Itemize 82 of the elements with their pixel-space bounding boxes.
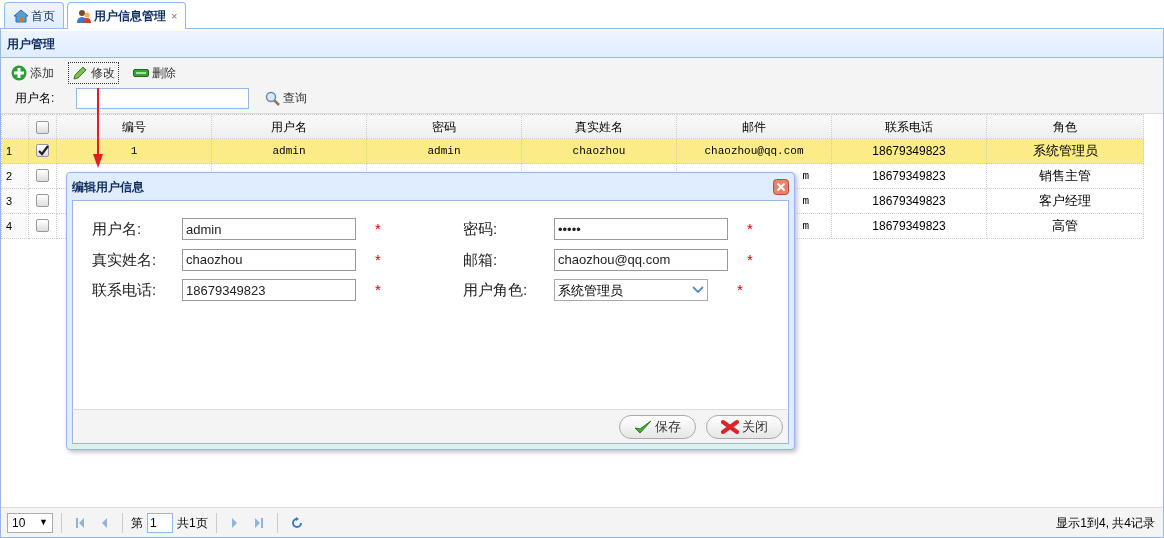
field-label: 用户名: — [92, 219, 142, 239]
row-number: 1 — [1, 138, 29, 164]
input-field[interactable]: admin — [182, 218, 356, 241]
first-page-icon — [75, 516, 85, 529]
toolbar-button[interactable]: 修改 — [68, 62, 119, 84]
page-count: 共1页 — [177, 514, 208, 532]
table-cell: chaozhou@qq.com — [704, 144, 804, 157]
role-select[interactable]: 系统管理员 — [554, 279, 708, 302]
row-number: 2 — [1, 163, 29, 189]
check-icon — [634, 418, 652, 435]
field-label: 用户角色: — [463, 280, 528, 300]
row-number: 4 — [1, 213, 29, 239]
table-cell: m — [802, 219, 809, 232]
toolbar-button[interactable]: 删除 — [129, 62, 180, 84]
input-field[interactable]: chaozhou@qq.com — [554, 248, 728, 271]
search-label: 用户名: — [14, 90, 56, 107]
column-header[interactable]: 联系电话 — [831, 114, 987, 139]
required-mark: * — [736, 280, 743, 300]
tab[interactable]: 首页 — [4, 2, 64, 28]
table-cell: 18679349823 — [872, 219, 946, 233]
users-icon — [76, 8, 92, 24]
close-button[interactable] — [773, 178, 789, 195]
chevron-down-icon — [692, 286, 704, 295]
column-header[interactable]: 角色 — [986, 114, 1144, 139]
page-size-select[interactable]: 10 ▼ — [7, 512, 53, 533]
checkbox[interactable] — [36, 169, 49, 183]
dialog-title: 编辑用户信息 — [72, 178, 144, 196]
table-cell: 系统管理员 — [1032, 143, 1098, 159]
input-field[interactable]: ••••• — [554, 218, 728, 241]
checkbox[interactable] — [36, 120, 49, 134]
table-cell: admin — [427, 144, 461, 157]
column-header[interactable]: 密码 — [366, 114, 522, 139]
table-cell: admin — [272, 144, 306, 157]
required-mark: * — [374, 219, 381, 239]
required-mark: * — [746, 249, 753, 270]
page-summary: 显示1到4, 共4记录 — [1056, 514, 1155, 532]
field-label: 邮箱: — [463, 249, 498, 270]
last-page-icon — [253, 516, 264, 529]
table-cell: 18679349823 — [872, 194, 946, 208]
column-header[interactable]: 用户名 — [211, 114, 367, 139]
tab[interactable]: 用户信息管理 × — [67, 2, 187, 29]
page-label: 第 — [131, 514, 143, 532]
table-cell: 客户经理 — [1039, 193, 1091, 209]
field-label: 真实姓名: — [92, 249, 157, 270]
table-cell: chaozhou — [572, 144, 626, 157]
page-field[interactable]: 1 — [147, 512, 173, 533]
home-icon — [13, 8, 29, 23]
toolbar-button[interactable]: 添加 — [7, 62, 58, 84]
checkbox[interactable] — [36, 144, 49, 158]
field-label: 密码: — [463, 219, 498, 239]
column-header[interactable]: 编号 — [56, 114, 212, 139]
pencil-icon — [72, 65, 88, 81]
table-cell: 1 — [130, 144, 138, 157]
close-button[interactable]: 关闭 — [706, 414, 783, 439]
column-header[interactable]: 邮件 — [676, 114, 832, 139]
table-cell: m — [802, 169, 809, 182]
search-icon — [265, 90, 280, 106]
column-header[interactable]: 真实姓名 — [521, 114, 677, 139]
search-field[interactable] — [76, 87, 249, 109]
required-mark: * — [374, 280, 381, 300]
next-page-icon — [229, 516, 240, 529]
field-label: 联系电话: — [92, 280, 157, 300]
table-cell: 高管 — [1052, 218, 1078, 234]
required-mark: * — [374, 249, 381, 270]
table-cell: 18679349823 — [872, 169, 946, 183]
table-cell: m — [802, 194, 809, 207]
plus-icon — [11, 65, 27, 81]
save-button[interactable]: 保存 — [619, 414, 696, 439]
input-field[interactable]: chaozhou — [182, 248, 356, 271]
required-mark: * — [746, 219, 753, 239]
input-field[interactable]: 18679349823 — [182, 279, 356, 302]
row-number: 3 — [1, 188, 29, 214]
panel-title: 用户管理 — [1, 31, 1163, 58]
table-cell: 销售主管 — [1039, 168, 1091, 184]
caret-icon: ▼ — [39, 515, 48, 530]
checkbox[interactable] — [36, 219, 49, 233]
cross-icon — [721, 418, 739, 435]
search-button[interactable]: 查询 — [261, 87, 311, 109]
tab-close-icon[interactable]: × — [171, 7, 178, 25]
minus-icon — [133, 67, 149, 79]
table-cell: 18679349823 — [872, 144, 946, 158]
checkbox[interactable] — [36, 194, 49, 208]
